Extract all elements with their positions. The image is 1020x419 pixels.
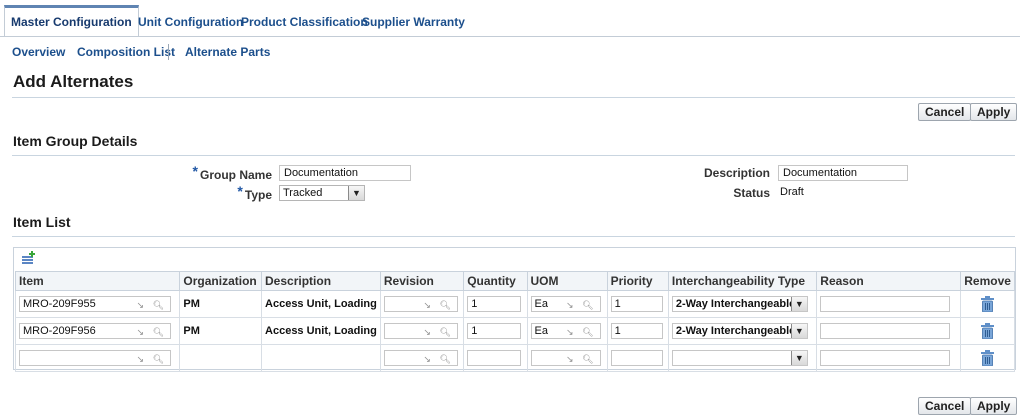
item-list-table: Item Organization Description Revision Q… — [14, 271, 1015, 372]
organization-cell: PM — [179, 290, 263, 318]
search-icon[interactable]: ↘ 🔍︎ — [423, 298, 453, 312]
reason-field[interactable] — [820, 296, 951, 312]
quantity-field[interactable] — [467, 350, 522, 366]
item-group-details-rule — [12, 155, 1015, 156]
quantity-field[interactable]: 1 — [467, 296, 522, 312]
search-icon[interactable]: ↘ 🔍︎ — [137, 325, 167, 339]
subtab-separator — [168, 44, 169, 60]
group-name-field[interactable]: Documentation — [279, 165, 411, 181]
col-reason: Reason — [816, 271, 962, 291]
col-priority: Priority — [606, 271, 669, 291]
item-field[interactable]: ↘ 🔍︎ — [19, 350, 171, 366]
required-icon: * — [237, 183, 243, 199]
search-icon[interactable]: ↘ 🔍︎ — [423, 325, 453, 339]
subtab-alternate-parts[interactable]: Alternate Parts — [185, 45, 270, 59]
search-icon[interactable]: ↘ 🔍︎ — [566, 352, 596, 366]
item-list-title: Item List — [13, 214, 71, 230]
tab-supplier-warranty[interactable]: Supplier Warranty — [356, 8, 471, 37]
interchangeability-select[interactable]: 2-Way Interchangeable ▼ — [671, 296, 808, 312]
priority-field[interactable]: 1 — [610, 323, 663, 339]
group-name-label: * Group Name — [192, 163, 272, 182]
uom-field[interactable]: ↘ 🔍︎ — [530, 350, 601, 366]
required-icon: * — [192, 163, 198, 179]
item-field[interactable]: MRO-209F956 ↘ 🔍︎ — [19, 323, 171, 339]
title-rule — [12, 97, 1015, 98]
description-field[interactable]: Documentation — [778, 165, 908, 181]
table-row: MRO-209F956 ↘ 🔍︎ PM Access Unit, Loading … — [14, 317, 1015, 345]
col-interchangeability-type: Interchangeability Type — [667, 271, 818, 291]
table-row: ↘ 🔍︎ ↘ 🔍︎ ↘ 🔍︎ ▼ — [14, 344, 1015, 372]
revision-field[interactable]: ↘ 🔍︎ — [383, 323, 458, 339]
page-title: Add Alternates — [13, 72, 134, 91]
cancel-button[interactable]: Cancel — [918, 103, 972, 121]
chevron-down-icon: ▼ — [790, 351, 807, 365]
tab-unit-configuration[interactable]: Unit Configuration — [132, 8, 249, 37]
uom-field[interactable]: Ea ↘ 🔍︎ — [530, 296, 601, 312]
item-list-table-container: Item Organization Description Revision Q… — [13, 247, 1016, 372]
apply-button-bottom[interactable]: Apply — [970, 397, 1018, 415]
revision-field[interactable]: ↘ 🔍︎ — [383, 296, 458, 312]
add-row-icon[interactable] — [21, 251, 37, 265]
item-list-rule — [12, 236, 1015, 237]
tab-divider — [0, 36, 1020, 37]
chevron-down-icon: ▼ — [348, 186, 364, 200]
priority-field[interactable] — [610, 350, 663, 366]
table-header-row: Item Organization Description Revision Q… — [14, 271, 1015, 291]
description-cell — [261, 344, 381, 372]
chevron-down-icon: ▼ — [790, 297, 807, 311]
search-icon[interactable]: ↘ 🔍︎ — [566, 325, 596, 339]
trash-icon[interactable] — [981, 350, 995, 366]
col-uom: UOM — [526, 271, 608, 291]
subtab-overview[interactable]: Overview — [12, 45, 65, 59]
quantity-field[interactable]: 1 — [467, 323, 522, 339]
table-row: MRO-209F955 ↘ 🔍︎ PM Access Unit, Loading … — [14, 290, 1015, 318]
interchangeability-select[interactable]: ▼ — [671, 350, 808, 366]
col-quantity: Quantity — [463, 271, 528, 291]
organization-cell — [179, 344, 263, 372]
trash-icon[interactable] — [981, 296, 995, 312]
col-organization: Organization — [179, 271, 263, 291]
main-tabs: Master Configuration Unit Configuration … — [0, 0, 1020, 37]
col-remove: Remove — [960, 271, 1015, 291]
uom-field[interactable]: Ea ↘ 🔍︎ — [530, 323, 601, 339]
search-icon[interactable]: ↘ 🔍︎ — [137, 298, 167, 312]
trash-icon[interactable] — [981, 323, 995, 339]
tab-product-classification[interactable]: Product Classification — [235, 8, 374, 37]
chevron-down-icon: ▼ — [790, 324, 807, 338]
col-item: Item — [14, 271, 181, 291]
priority-field[interactable]: 1 — [610, 296, 663, 312]
status-label: Status — [733, 186, 770, 200]
revision-field[interactable]: ↘ 🔍︎ — [383, 350, 458, 366]
col-revision: Revision — [379, 271, 465, 291]
description-label: Description — [703, 166, 770, 180]
type-select-value: Tracked — [283, 187, 323, 199]
subtab-composition-list[interactable]: Composition List — [77, 45, 175, 59]
description-cell: Access Unit, Loading — [261, 317, 381, 345]
search-icon[interactable]: ↘ 🔍︎ — [423, 352, 453, 366]
reason-field[interactable] — [820, 350, 951, 366]
cancel-button-bottom[interactable]: Cancel — [918, 397, 972, 415]
search-icon[interactable]: ↘ 🔍︎ — [566, 298, 596, 312]
item-field[interactable]: MRO-209F955 ↘ 🔍︎ — [19, 296, 171, 312]
status-value: Draft — [780, 186, 804, 198]
col-description: Description — [261, 271, 381, 291]
organization-cell: PM — [179, 317, 263, 345]
apply-button[interactable]: Apply — [970, 103, 1018, 121]
interchangeability-select[interactable]: 2-Way Interchangeable ▼ — [671, 323, 808, 339]
type-label: * Type — [237, 183, 272, 202]
item-group-details-title: Item Group Details — [13, 133, 138, 149]
description-cell: Access Unit, Loading — [261, 290, 381, 318]
search-icon[interactable]: ↘ 🔍︎ — [137, 352, 167, 366]
reason-field[interactable] — [820, 323, 951, 339]
tab-master-configuration[interactable]: Master Configuration — [4, 5, 139, 37]
type-select[interactable]: Tracked ▼ — [279, 185, 365, 201]
